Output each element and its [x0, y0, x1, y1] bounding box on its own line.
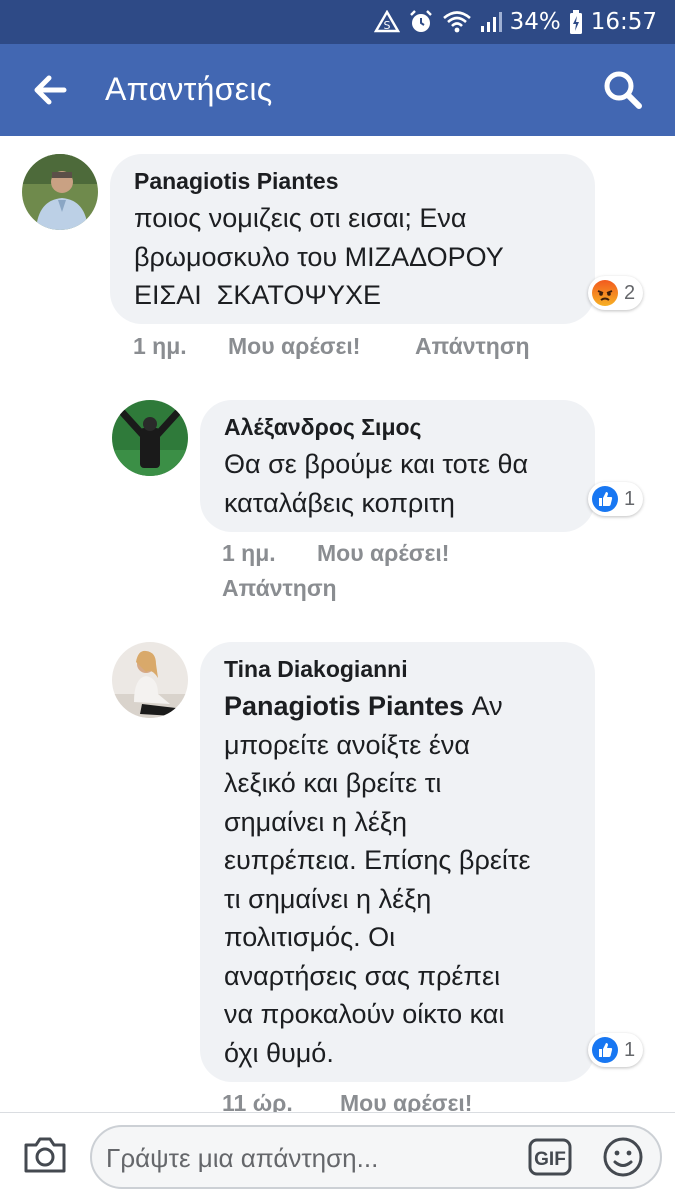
data-saver-icon: S — [373, 10, 400, 33]
signal-icon — [480, 12, 502, 32]
gif-button[interactable]: GIF — [528, 1138, 572, 1176]
page-title: Απαντήσεις — [105, 71, 273, 107]
comment-time: 1 ημ. — [133, 333, 187, 359]
like-link[interactable]: Μου αρέσει! — [317, 540, 449, 567]
search-button[interactable] — [601, 68, 645, 112]
search-icon — [604, 71, 642, 109]
mention-link[interactable]: Panagiotis Piantes — [224, 691, 464, 721]
avatar[interactable] — [112, 642, 188, 718]
back-button[interactable] — [30, 70, 74, 110]
reaction-count: 1 — [624, 487, 636, 510]
camera-icon — [24, 1137, 66, 1173]
avatar[interactable] — [112, 400, 188, 476]
angry-reaction-icon — [592, 280, 618, 306]
reaction-summary[interactable]: 1 — [588, 482, 644, 516]
reaction-count: 1 — [624, 1038, 636, 1061]
comment-text: Panagiotis Piantes Αν μπορείτε ανοίξτε έ… — [224, 691, 531, 1068]
reply-link[interactable]: Απάντηση — [222, 575, 337, 602]
comment-text: ποιος νομιζεις οτι εισαι; Ενα βρωμοσκυλο… — [134, 203, 504, 310]
wifi-icon — [442, 11, 471, 33]
comment-author[interactable]: Tina Diakogianni — [224, 656, 571, 683]
reply-input-placeholder: Γράψτε μια απάντηση... — [106, 1143, 379, 1173]
status-bar: S 34% 16:57 — [0, 0, 675, 44]
reaction-summary[interactable]: 2 — [588, 276, 644, 310]
gif-label: GIF — [534, 1149, 566, 1170]
camera-button[interactable] — [22, 1133, 68, 1175]
comment-bubble[interactable]: Panagiotis Piantes ποιος νομιζεις οτι ει… — [110, 154, 595, 324]
reply-composer: Γράψτε μια απάντηση... GIF — [0, 1112, 675, 1200]
back-arrow-icon — [34, 75, 67, 105]
like-reaction-icon — [592, 486, 618, 512]
emoji-button[interactable] — [602, 1136, 644, 1178]
comment-bubble[interactable]: Αλέξανδρος Σιμος Θα σε βρούμε και τοτε θ… — [200, 400, 595, 532]
emoji-icon — [603, 1137, 643, 1177]
status-icons: S 34% 16:57 — [373, 8, 657, 36]
alarm-icon — [409, 10, 432, 32]
battery-percent: 34% — [509, 9, 561, 35]
like-link[interactable]: Μου αρέσει! — [228, 333, 360, 360]
reaction-count: 2 — [624, 281, 636, 304]
comment-author[interactable]: Αλέξανδρος Σιμος — [224, 414, 571, 441]
svg-text:S: S — [383, 19, 390, 32]
comment-author[interactable]: Panagiotis Piantes — [134, 168, 571, 195]
battery-charging-icon — [569, 10, 582, 34]
comment-time: 1 ημ. — [222, 540, 276, 566]
avatar[interactable] — [22, 154, 98, 230]
reply-input[interactable]: Γράψτε μια απάντηση... GIF — [90, 1125, 662, 1189]
like-reaction-icon — [592, 1037, 618, 1063]
comment-bubble[interactable]: Tina Diakogianni Panagiotis Piantes Αν μ… — [200, 642, 595, 1082]
reaction-summary[interactable]: 1 — [588, 1033, 644, 1067]
comment-text: Θα σε βρούμε και τοτε θα καταλάβεις κοπρ… — [224, 449, 529, 518]
clock: 16:57 — [590, 9, 657, 35]
reply-link[interactable]: Απάντηση — [415, 333, 530, 360]
app-bar: Απαντήσεις — [0, 44, 675, 136]
